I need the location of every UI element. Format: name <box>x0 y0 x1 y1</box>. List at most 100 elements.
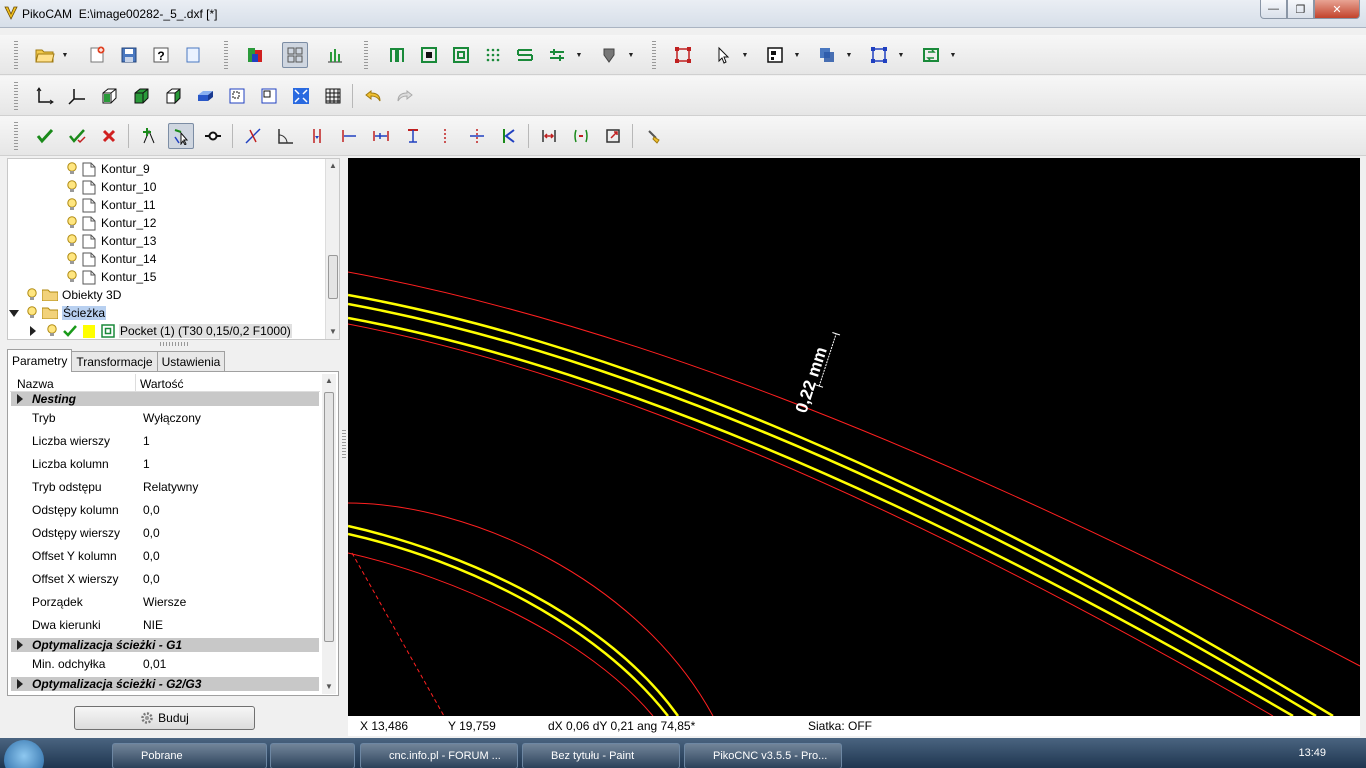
edit-node-icon[interactable] <box>168 123 194 149</box>
select-dropdown-icon[interactable]: ▼ <box>740 42 750 68</box>
prop-row[interactable]: Porządek Wiersze <box>11 590 319 613</box>
help-icon[interactable]: ? <box>148 42 174 68</box>
join-icon[interactable] <box>496 123 522 149</box>
visibility-bulb-icon[interactable] <box>26 288 38 302</box>
enabled-check-icon[interactable] <box>62 324 78 338</box>
visibility-bulb-icon[interactable] <box>66 234 78 248</box>
tree-item-kontur-11[interactable]: Kontur_11 <box>66 196 156 214</box>
prop-row[interactable]: Liczba kolumn 1 <box>11 452 319 475</box>
toolbar-grip[interactable] <box>14 122 18 150</box>
drill-points-icon[interactable] <box>480 42 506 68</box>
open-folder-icon[interactable] <box>32 42 58 68</box>
accept-icon[interactable] <box>32 123 58 149</box>
prop-row[interactable]: Offset X wierszy 0,0 <box>11 567 319 590</box>
visibility-bulb-icon[interactable] <box>66 162 78 176</box>
visibility-bulb-icon[interactable] <box>66 216 78 230</box>
tree-item-kontur-10[interactable]: Kontur_10 <box>66 178 156 196</box>
layout-dropdown-icon[interactable]: ▼ <box>792 42 802 68</box>
cancel-icon[interactable] <box>96 123 122 149</box>
pocket-offset-icon[interactable] <box>448 42 474 68</box>
expand-arrow-icon[interactable] <box>17 394 23 404</box>
toolbar-grip[interactable] <box>14 41 18 69</box>
view-iso-icon[interactable] <box>96 83 122 109</box>
bounding-box-icon[interactable] <box>670 42 696 68</box>
page-icon[interactable] <box>180 42 206 68</box>
view-solid-icon[interactable] <box>192 83 218 109</box>
center-point-icon[interactable] <box>464 123 490 149</box>
zoom-selection-icon[interactable] <box>256 83 282 109</box>
cad-canvas[interactable]: 0,22 mm <box>348 158 1360 716</box>
grid-view-icon[interactable] <box>282 42 308 68</box>
tree-item-kontur-12[interactable]: Kontur_12 <box>66 214 156 232</box>
close-button[interactable]: ✕ <box>1314 0 1360 19</box>
group-nesting[interactable]: Nesting <box>11 392 319 406</box>
open-dropdown-icon[interactable]: ▼ <box>60 42 70 68</box>
mirror-v-icon[interactable] <box>568 123 594 149</box>
tab-transformations[interactable]: Transformacje <box>71 351 158 372</box>
visibility-bulb-icon[interactable] <box>66 270 78 284</box>
tool-bit-icon[interactable] <box>596 42 622 68</box>
brush-icon[interactable] <box>640 123 666 149</box>
toolbar-grip[interactable] <box>652 41 656 69</box>
collapse-arrow-icon[interactable] <box>9 309 19 317</box>
engrave-icon[interactable] <box>544 42 570 68</box>
group-optimization-g1[interactable]: Optymalizacja ścieżki - G1 <box>11 638 319 652</box>
distribute-h-icon[interactable] <box>368 123 394 149</box>
maximize-button[interactable]: ❐ <box>1287 0 1314 19</box>
accept-all-icon[interactable] <box>64 123 90 149</box>
tree-item-pocket[interactable]: Pocket (1) (T30 0,15/0,2 F1000) <box>30 322 292 339</box>
visibility-bulb-icon[interactable] <box>66 180 78 194</box>
expand-arrow-icon[interactable] <box>30 326 36 336</box>
trim-icon[interactable] <box>240 123 266 149</box>
path-color-swatch[interactable] <box>83 324 95 338</box>
tab-settings[interactable]: Ustawienia <box>156 351 226 372</box>
scroll-down-icon[interactable]: ▼ <box>329 327 337 336</box>
tree-scrollbar[interactable]: ▲ ▼ <box>325 159 339 339</box>
hatch-icon[interactable] <box>512 42 538 68</box>
prop-row[interactable]: Odstępy wierszy 0,0 <box>11 521 319 544</box>
statistics-icon[interactable] <box>322 42 348 68</box>
prop-row[interactable]: Offset Y kolumn 0,0 <box>11 544 319 567</box>
undo-icon[interactable] <box>360 83 386 109</box>
task-pobrane[interactable]: Pobrane <box>112 743 267 768</box>
scroll-up-icon[interactable]: ▲ <box>325 376 333 385</box>
zoom-all-icon[interactable] <box>288 83 314 109</box>
refresh-icon[interactable] <box>918 42 944 68</box>
redo-icon[interactable] <box>392 83 418 109</box>
bit-dropdown-icon[interactable]: ▼ <box>626 42 636 68</box>
tree-item-kontur-14[interactable]: Kontur_14 <box>66 250 156 268</box>
tree-item-kontur-9[interactable]: Kontur_9 <box>66 160 150 178</box>
build-button[interactable]: Buduj <box>74 706 255 730</box>
minimize-button[interactable]: — <box>1260 0 1287 19</box>
transform-dropdown-icon[interactable]: ▼ <box>896 42 906 68</box>
tree-item-kontur-15[interactable]: Kontur_15 <box>66 268 156 286</box>
tree-item-kontur-13[interactable]: Kontur_13 <box>66 232 156 250</box>
mirror-h-icon[interactable] <box>536 123 562 149</box>
scroll-up-icon[interactable]: ▲ <box>329 161 337 170</box>
scroll-down-icon[interactable]: ▼ <box>325 682 333 691</box>
visibility-bulb-icon[interactable] <box>66 252 78 266</box>
task-app[interactable] <box>270 743 355 768</box>
toolbar-grip[interactable] <box>14 82 18 110</box>
angle-icon[interactable] <box>272 123 298 149</box>
task-pikocnc[interactable]: PikoCNC v3.5.5 - Pro... <box>684 743 842 768</box>
tab-parameters[interactable]: Parametry <box>7 349 73 372</box>
prop-row[interactable]: Min. odchyłka 0,01 <box>11 652 319 675</box>
zoom-window-icon[interactable] <box>224 83 250 109</box>
transform-box-icon[interactable] <box>866 42 892 68</box>
pointer-select-icon[interactable] <box>710 42 736 68</box>
vertical-align-icon[interactable] <box>304 123 330 149</box>
scroll-thumb[interactable] <box>328 255 338 299</box>
color-layers-icon[interactable] <box>242 42 268 68</box>
expand-arrow-icon[interactable] <box>17 640 23 650</box>
panel-splitter[interactable] <box>160 342 190 346</box>
axis-3d-icon[interactable] <box>64 83 90 109</box>
drawing-area[interactable]: 0,22 mm <box>348 158 1360 716</box>
visibility-bulb-icon[interactable] <box>46 324 58 338</box>
prop-row[interactable]: Dwa kierunki NIE <box>11 613 319 636</box>
tree-item-objects-3d[interactable]: Obiekty 3D <box>26 286 121 304</box>
align-left-icon[interactable] <box>336 123 362 149</box>
view-side-icon[interactable] <box>160 83 186 109</box>
tree-item-path[interactable]: Ścieżka <box>9 304 107 322</box>
prop-row[interactable]: Odstępy kolumn 0,0 <box>11 498 319 521</box>
